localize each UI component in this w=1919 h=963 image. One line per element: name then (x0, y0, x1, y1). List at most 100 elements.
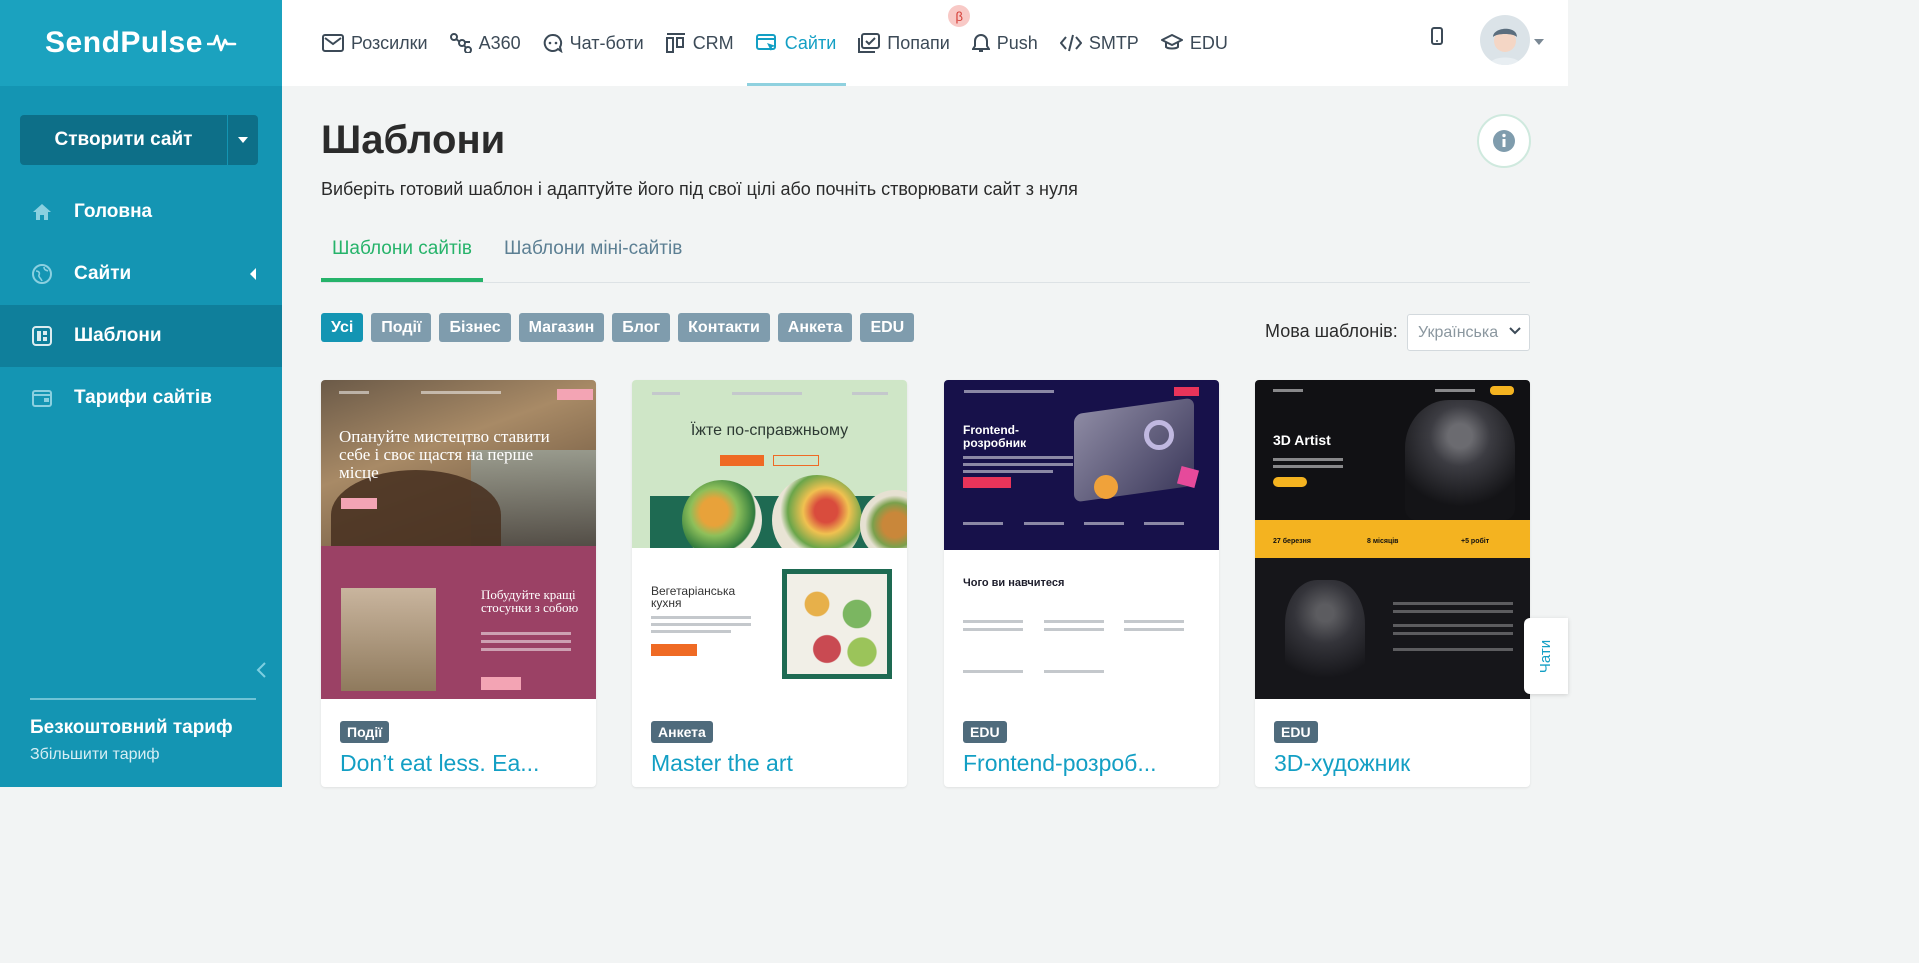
topnav-label: A360 (478, 32, 521, 53)
template-title[interactable]: Master the art (651, 750, 793, 777)
sidebar-item-label: Шаблони (74, 325, 162, 346)
top-nav: Розсилки A360 Чат-боти CRM Сайти Попапи … (322, 0, 1250, 86)
create-site-group: Створити сайт (20, 115, 258, 165)
chevron-down-icon (1509, 327, 1521, 335)
filter-edu[interactable]: EDU (860, 313, 915, 342)
chatbot-icon (543, 33, 563, 53)
filter-blog[interactable]: Блог (612, 313, 671, 342)
template-title[interactable]: Frontend-розроб... (963, 750, 1157, 777)
create-site-button[interactable]: Створити сайт (20, 115, 228, 165)
globe-icon (30, 262, 54, 286)
template-tabs: Шаблони сайтів Шаблони міні-сайтів (321, 226, 1530, 283)
chevron-left-icon (256, 662, 266, 678)
top-bar: Розсилки A360 Чат-боти CRM Сайти Попапи … (282, 0, 1568, 86)
crm-icon (665, 33, 685, 53)
preview-band-item: +5 робіт (1461, 538, 1490, 545)
template-preview[interactable]: Їжте по-справжньому Вегетаріанська кухня (632, 380, 907, 699)
filter-survey[interactable]: Анкета (777, 313, 853, 342)
template-preview[interactable]: Опануйте мистецтво ставити себе і своє щ… (321, 380, 596, 699)
template-card[interactable]: Frontend-розробник Чого ви навчитеся EDU… (944, 380, 1219, 787)
template-card[interactable]: 3D Artist 27 березня 8 місяців +5 робіт … (1255, 380, 1530, 787)
topnav-item-crm[interactable]: CRM (665, 0, 734, 86)
sidebar-item-site-plans[interactable]: Тарифи сайтів (0, 367, 282, 429)
chats-tab[interactable]: Чати (1524, 618, 1568, 694)
logo-text: SendPulse (45, 26, 203, 59)
topnav-item-edu[interactable]: EDU (1160, 0, 1228, 86)
active-tab-indicator (321, 278, 483, 282)
category-badge: EDU (1274, 721, 1318, 743)
preview-band-item: 27 березня (1273, 538, 1311, 545)
topnav-label: SMTP (1088, 32, 1139, 53)
plan-name: Безкоштовний тариф (30, 717, 233, 738)
sites-icon (755, 34, 776, 51)
collapse-sidebar-button[interactable] (255, 661, 267, 684)
filter-business[interactable]: Бізнес (439, 313, 511, 342)
category-badge: Анкета (651, 721, 713, 743)
topnav-item-campaigns[interactable]: Розсилки (322, 0, 428, 86)
language-label: Мова шаблонів: (1265, 321, 1398, 341)
topnav-label: Чат-боти (569, 32, 644, 53)
topnav-item-sites[interactable]: Сайти (746, 0, 846, 86)
account-menu-caret-icon[interactable] (1534, 39, 1544, 45)
chats-tab-label: Чати (1537, 639, 1555, 673)
preview-heading: Frontend-розробник (963, 423, 1027, 450)
filter-contacts[interactable]: Контакти (678, 313, 770, 342)
sidebar-item-label: Тарифи сайтів (74, 387, 212, 408)
template-title[interactable]: 3D-художник (1274, 750, 1410, 777)
main-content: Шаблони Виберіть готовий шаблон і адапту… (282, 86, 1568, 787)
automation-icon (449, 33, 472, 53)
mobile-app-button[interactable] (1430, 26, 1444, 51)
sidebar-item-sites[interactable]: Сайти (0, 243, 282, 305)
tab-mini-site-templates[interactable]: Шаблони міні-сайтів (504, 238, 682, 260)
topnav-label: Розсилки (351, 32, 428, 53)
info-button[interactable] (1477, 114, 1531, 168)
topnav-item-push[interactable]: Push (971, 0, 1038, 86)
topnav-label: Сайти (784, 32, 837, 53)
template-preview[interactable]: 3D Artist 27 березня 8 місяців +5 робіт (1255, 380, 1530, 699)
language-value: Українська (1418, 323, 1499, 341)
topnav-item-a360[interactable]: A360 (449, 0, 521, 86)
topnav-item-chatbots[interactable]: Чат-боти (543, 0, 644, 86)
upgrade-plan-link[interactable]: Збільшити тариф (30, 746, 160, 764)
sidebar-nav: Головна Сайти Шаблони Тарифи сайтів (0, 181, 282, 429)
caret-down-icon (238, 137, 248, 143)
template-card[interactable]: Опануйте мистецтво ставити себе і своє щ… (321, 380, 596, 787)
topnav-item-popups[interactable]: Попапи β (858, 0, 971, 86)
mail-icon (322, 34, 344, 52)
preview-subheading: Чого ви навчитеся (963, 577, 1065, 589)
preview-subheading: Побудуйте кращі стосунки з собою (481, 587, 579, 615)
create-site-dropdown-button[interactable] (228, 115, 258, 165)
topnav-label: Push (996, 32, 1038, 53)
filter-events[interactable]: Події (371, 313, 432, 342)
category-badge: EDU (963, 721, 1007, 743)
sidebar-item-home[interactable]: Головна (0, 181, 282, 243)
beta-badge: β (948, 5, 971, 27)
pulse-icon (206, 34, 237, 52)
phone-icon (1431, 27, 1443, 45)
preview-heading: Їжте по-справжньому (690, 422, 849, 439)
topnav-label: Попапи (887, 32, 950, 53)
filter-all[interactable]: Усі (321, 313, 364, 342)
topnav-item-smtp[interactable]: SMTP (1059, 0, 1139, 86)
template-title[interactable]: Don’t eat less. Ea... (340, 750, 539, 777)
preview-band-item: 8 місяців (1367, 538, 1399, 545)
filter-shop[interactable]: Магазин (518, 313, 605, 342)
topnav-label: EDU (1189, 32, 1228, 53)
language-select[interactable]: Українська (1407, 314, 1530, 351)
templates-icon (30, 324, 54, 348)
bell-icon (971, 33, 990, 52)
sidebar-item-label: Сайти (74, 263, 132, 284)
template-preview[interactable]: Frontend-розробник Чого ви навчитеся (944, 380, 1219, 699)
sidebar: SendPulse Створити сайт Головна Сайти Ша… (0, 0, 282, 787)
preview-heading: Опануйте мистецтво ставити себе і своє щ… (339, 427, 550, 482)
topnav-label: CRM (692, 32, 734, 53)
logo[interactable]: SendPulse (45, 26, 237, 60)
sidebar-item-templates[interactable]: Шаблони (0, 305, 282, 367)
tab-site-templates[interactable]: Шаблони сайтів (332, 238, 472, 260)
preview-heading: 3D Artist (1273, 432, 1331, 448)
avatar[interactable] (1480, 15, 1530, 65)
expand-arrow-icon[interactable] (250, 268, 256, 280)
template-card[interactable]: Їжте по-справжньому Вегетаріанська кухня… (632, 380, 907, 787)
divider (30, 698, 256, 700)
code-icon (1059, 34, 1082, 52)
